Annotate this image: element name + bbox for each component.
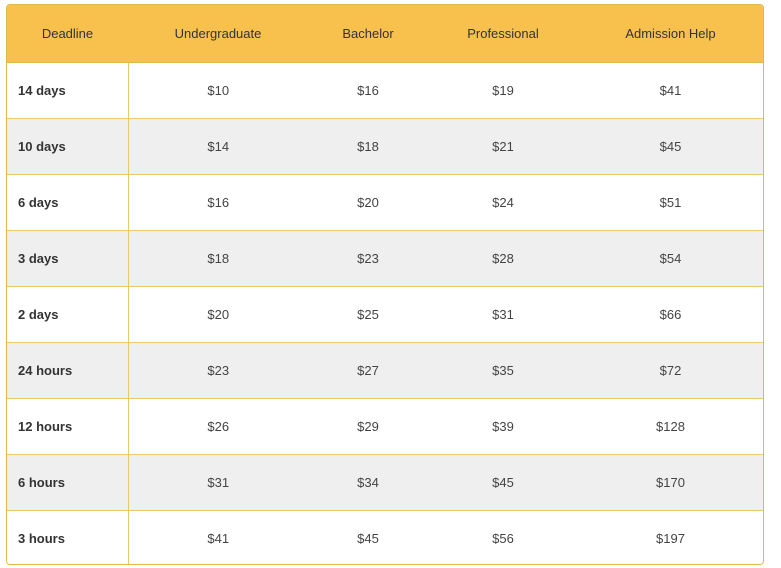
deadline-cell: 6 days <box>7 174 129 231</box>
price-cell-undergraduate: $23 <box>128 342 308 399</box>
price-cell-undergraduate: $16 <box>128 174 308 231</box>
header-undergraduate: Undergraduate <box>128 5 308 63</box>
table-row: 14 days $10 $16 $19 $41 <box>7 62 763 119</box>
table-row: 2 days $20 $25 $31 $66 <box>7 286 763 343</box>
price-cell-undergraduate: $10 <box>128 62 308 119</box>
price-cell-admission-help: $54 <box>578 230 763 287</box>
deadline-cell: 2 days <box>7 286 129 343</box>
table-row: 3 days $18 $23 $28 $54 <box>7 230 763 287</box>
header-professional: Professional <box>428 5 578 63</box>
price-cell-undergraduate: $14 <box>128 118 308 175</box>
deadline-cell: 24 hours <box>7 342 129 399</box>
price-cell-bachelor: $27 <box>308 342 428 399</box>
table-row: 6 days $16 $20 $24 $51 <box>7 174 763 231</box>
table-row: 24 hours $23 $27 $35 $72 <box>7 342 763 399</box>
price-cell-bachelor: $45 <box>357 530 379 546</box>
price-cell-undergraduate: $26 <box>128 398 308 455</box>
pricing-table-container: Deadline Undergraduate Bachelor Professi… <box>6 4 764 565</box>
deadline-cell: 14 days <box>7 62 129 119</box>
price-cell-bachelor: $25 <box>308 286 428 343</box>
table-row: 3 hours $41 $45 $56 $197 <box>7 510 763 564</box>
price-cell-undergraduate: $18 <box>128 230 308 287</box>
header-deadline: Deadline <box>7 5 128 63</box>
price-cell-admission-help: $197 <box>656 530 685 546</box>
price-cell-admission-help: $66 <box>578 286 763 343</box>
price-cell-bachelor: $29 <box>308 398 428 455</box>
table-header-row: Deadline Undergraduate Bachelor Professi… <box>7 5 763 63</box>
price-cell-bachelor: $20 <box>308 174 428 231</box>
price-cell-bachelor: $18 <box>308 118 428 175</box>
table-row: 10 days $14 $18 $21 $45 <box>7 118 763 175</box>
price-cell-bachelor: $23 <box>308 230 428 287</box>
deadline-cell: 3 days <box>7 230 129 287</box>
header-bachelor: Bachelor <box>308 5 428 63</box>
price-cell-professional: $24 <box>428 174 578 231</box>
price-cell-professional: $35 <box>428 342 578 399</box>
price-cell-undergraduate: $20 <box>128 286 308 343</box>
deadline-cell: 3 hours <box>7 510 129 564</box>
price-cell-admission-help: $128 <box>578 398 763 455</box>
table-row: 12 hours $26 $29 $39 $128 <box>7 398 763 455</box>
header-admission-help: Admission Help <box>578 5 763 63</box>
price-cell-bachelor: $16 <box>308 62 428 119</box>
price-cell-professional: $28 <box>428 230 578 287</box>
price-cell-professional: $21 <box>428 118 578 175</box>
price-cell-admission-help: $41 <box>578 62 763 119</box>
price-cell-undergraduate: $41 <box>207 530 230 546</box>
deadline-cell: 10 days <box>7 118 129 175</box>
price-cell-professional: $56 <box>492 530 514 546</box>
price-cell-professional: $19 <box>428 62 578 119</box>
price-cell-admission-help: $45 <box>578 118 763 175</box>
pricing-table: Deadline Undergraduate Bachelor Professi… <box>7 5 763 564</box>
price-cell-professional: $39 <box>428 398 578 455</box>
price-cell-admission-help: $51 <box>578 174 763 231</box>
price-cell-undergraduate: $31 <box>128 454 308 511</box>
table-row: 6 hours $31 $34 $45 $170 <box>7 454 763 511</box>
price-cell-professional: $45 <box>428 454 578 511</box>
deadline-cell: 12 hours <box>7 398 129 455</box>
price-cell-professional: $31 <box>428 286 578 343</box>
deadline-cell: 6 hours <box>7 454 129 511</box>
price-cell-bachelor: $34 <box>308 454 428 511</box>
price-cell-admission-help: $72 <box>578 342 763 399</box>
price-cell-admission-help: $170 <box>578 454 763 511</box>
